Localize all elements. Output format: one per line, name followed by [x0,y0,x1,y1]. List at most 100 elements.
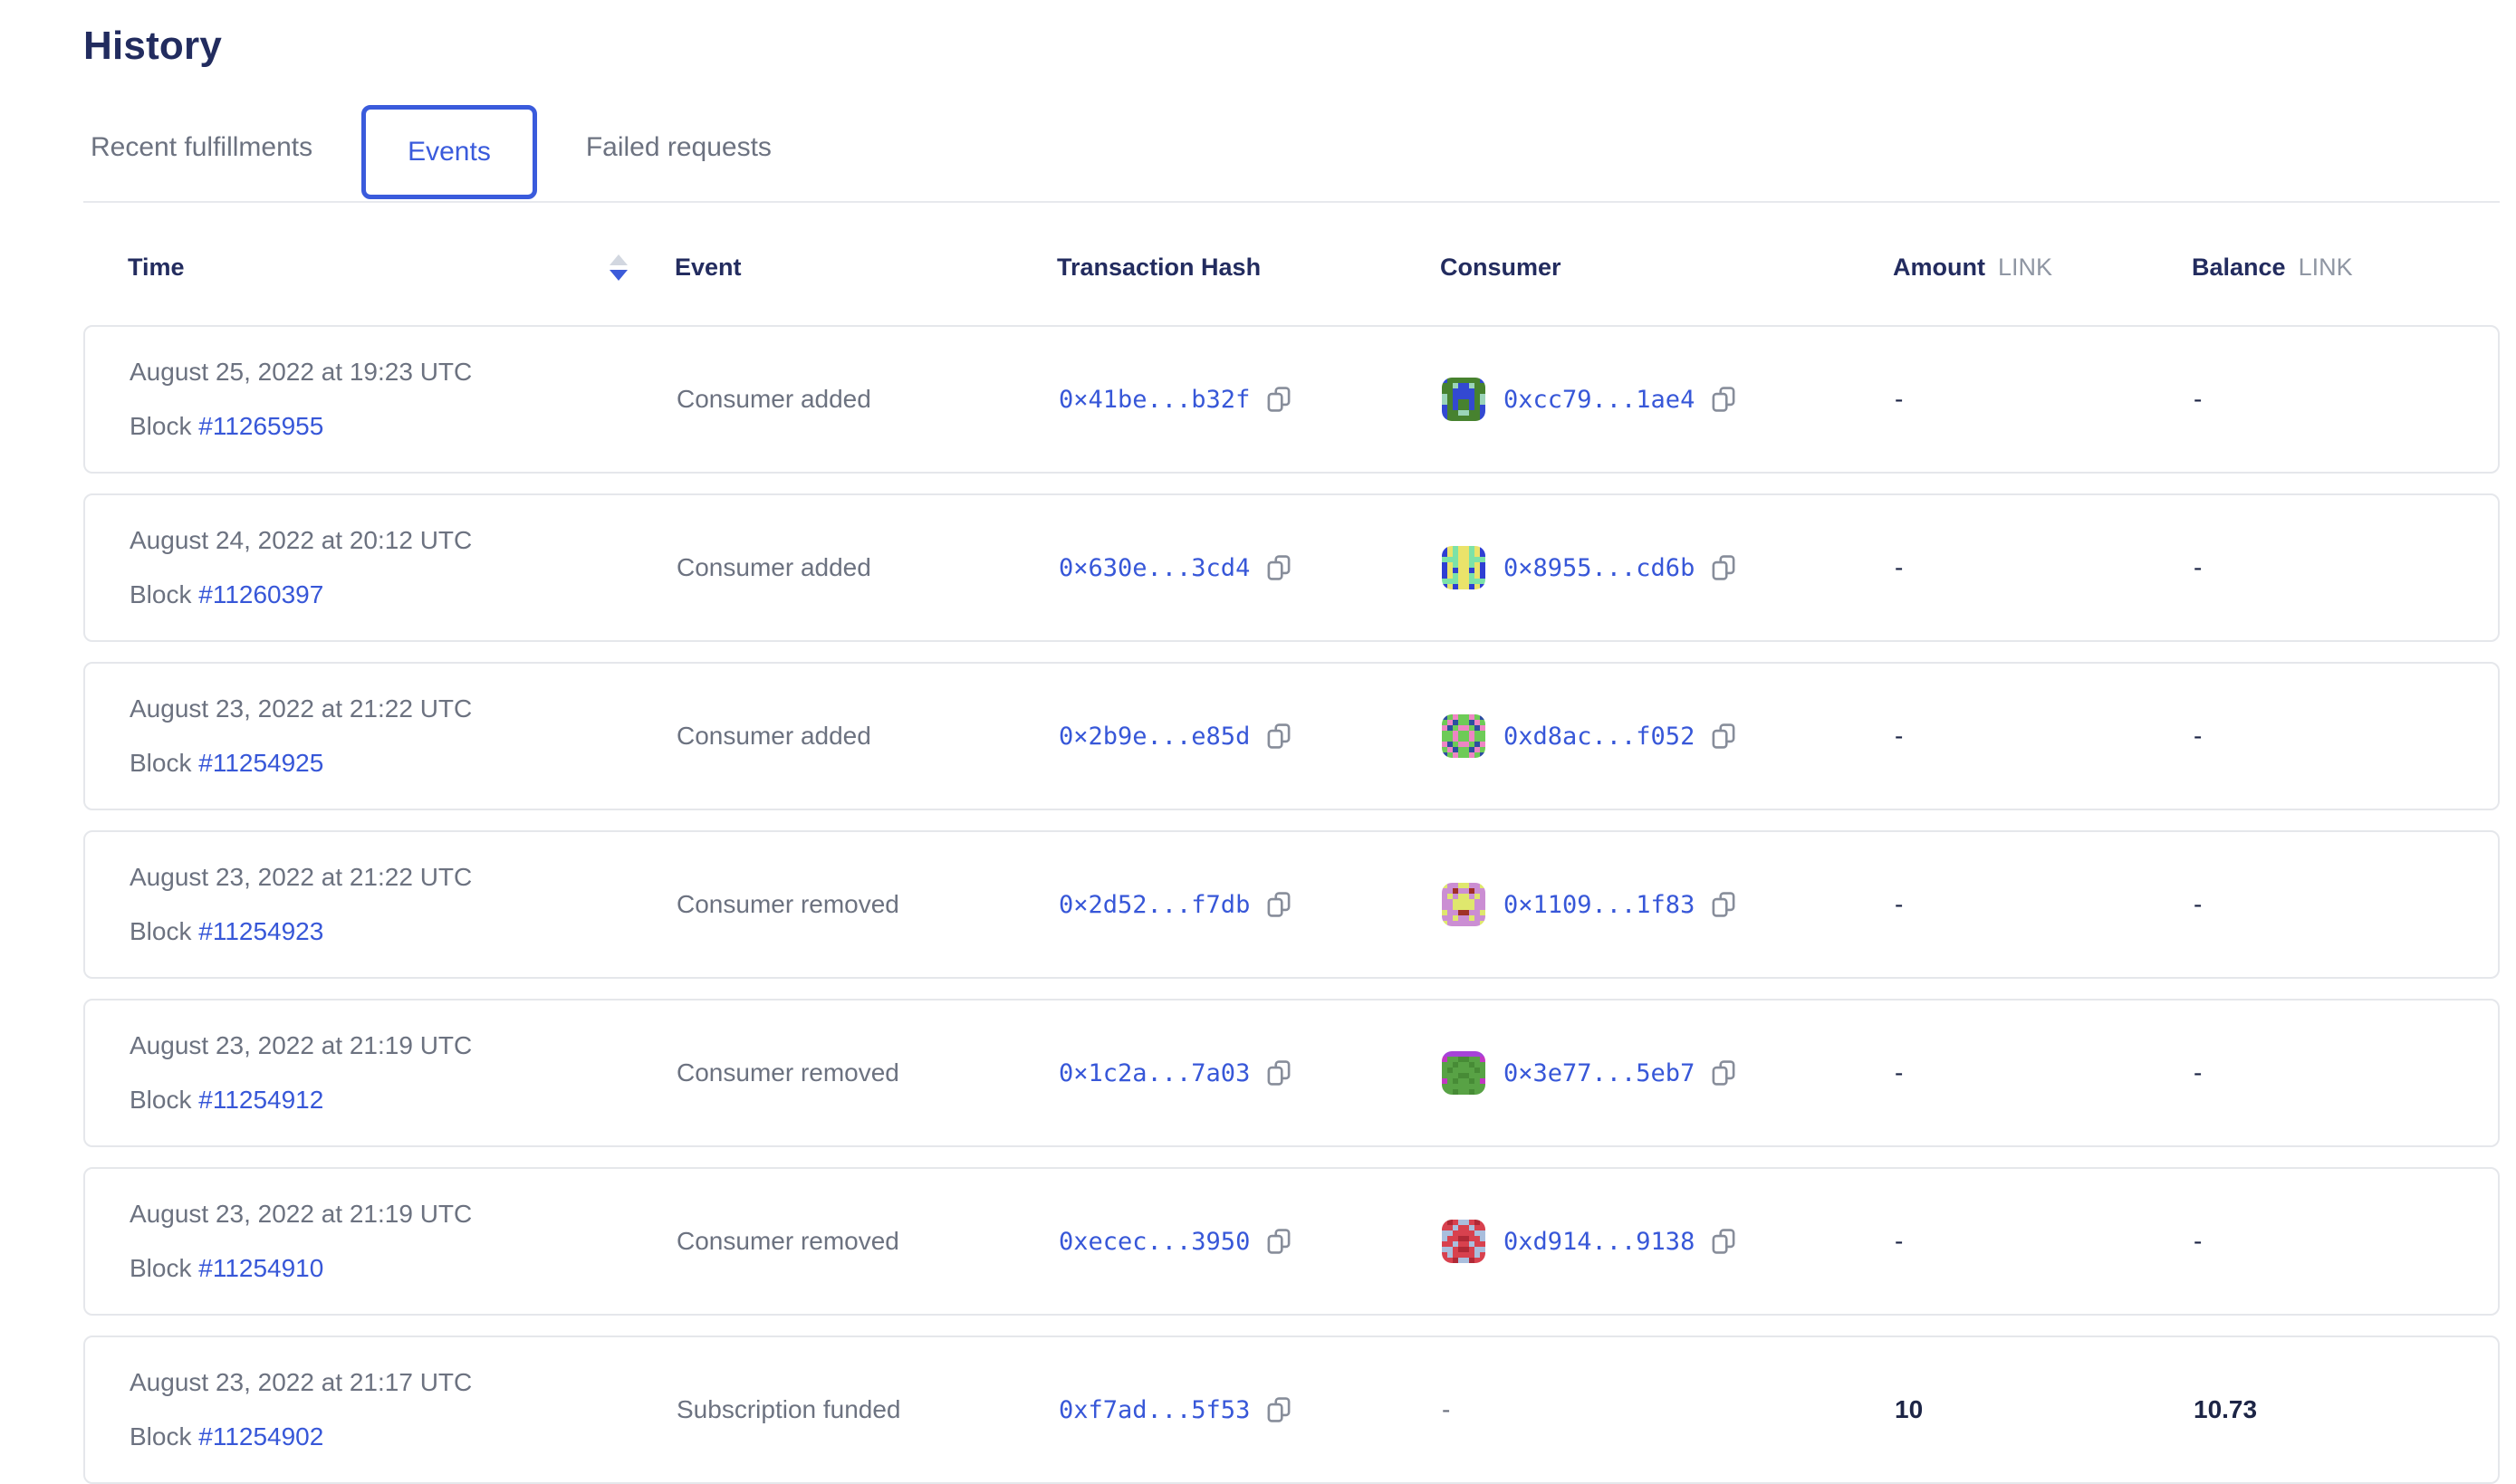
balance-value: - [2194,385,2454,414]
copy-icon[interactable] [1264,552,1293,583]
copy-icon[interactable] [1709,384,1738,415]
consumer-address-link[interactable]: 0×8955...cd6b [1503,554,1695,582]
event-type: Consumer added [677,553,1059,582]
column-header-balance: Balance LINK [2192,254,2455,282]
table-row: August 23, 2022 at 21:17 UTC Block #1125… [83,1336,2500,1484]
amount-value: 10 [1895,1395,2194,1424]
tab-failed-requests[interactable]: Failed requests [579,94,779,201]
column-header-event: Event [675,254,1057,282]
copy-icon[interactable] [1264,721,1293,752]
consumer-identicon [1442,714,1485,758]
copy-icon[interactable] [1709,1058,1738,1088]
transaction-hash-cell: 0×2b9e...e85d [1059,721,1442,752]
consumer-identicon [1442,546,1485,589]
balance-value: - [2194,890,2454,919]
block-number-link[interactable]: #11254912 [198,1086,323,1114]
balance-value: 10.73 [2194,1395,2454,1424]
block-line: Block #11265955 [130,412,677,441]
transaction-hash-cell: 0xf7ad...5f53 [1059,1394,1442,1425]
block-number-link[interactable]: #11254925 [198,749,323,777]
consumer-cell: - [1442,1395,1895,1424]
block-line: Block #11254923 [130,917,677,946]
consumer-identicon [1442,378,1485,421]
table-header: Time Event Transaction Hash Consumer Amo… [83,254,2500,282]
event-type: Subscription funded [677,1395,1059,1424]
tab-events[interactable]: Events [361,105,537,199]
copy-icon[interactable] [1264,889,1293,920]
block-number-link[interactable]: #11254910 [198,1254,323,1282]
block-number-link[interactable]: #11265955 [198,412,323,440]
block-line: Block #11254912 [130,1086,677,1115]
event-type: Consumer removed [677,1227,1059,1256]
event-type: Consumer removed [677,1058,1059,1087]
consumer-address-link[interactable]: 0xd8ac...f052 [1503,723,1695,751]
column-header-consumer: Consumer [1440,254,1893,282]
sort-desc-icon[interactable] [610,254,628,281]
history-page: History Recent fulfillments Events Faile… [0,0,2516,1484]
block-number-link[interactable]: #11254923 [198,917,323,945]
event-timestamp: August 23, 2022 at 21:19 UTC [130,1031,677,1060]
time-cell: August 25, 2022 at 19:23 UTC Block #1126… [130,358,677,441]
copy-icon[interactable] [1264,384,1293,415]
event-timestamp: August 23, 2022 at 21:17 UTC [130,1368,677,1397]
consumer-address-link[interactable]: 0×1109...1f83 [1503,891,1695,919]
tab-bar: Recent fulfillments Events Failed reques… [83,94,2500,203]
amount-value: - [1895,553,2194,582]
transaction-hash-cell: 0×2d52...f7db [1059,889,1442,920]
consumer-address-link[interactable]: 0xd914...9138 [1503,1228,1695,1256]
amount-value: - [1895,1227,2194,1256]
amount-value: - [1895,722,2194,751]
consumer-address-link: - [1442,1395,1450,1424]
transaction-hash-cell: 0×1c2a...7a03 [1059,1058,1442,1088]
column-header-amount: Amount LINK [1893,254,2192,282]
transaction-hash-link[interactable]: 0×1c2a...7a03 [1059,1059,1250,1087]
block-number-link[interactable]: #11254902 [198,1422,323,1450]
consumer-cell: 0×3e77...5eb7 [1442,1051,1895,1095]
copy-icon[interactable] [1709,889,1738,920]
consumer-identicon [1442,883,1485,926]
transaction-hash-link[interactable]: 0xecec...3950 [1059,1228,1250,1256]
block-label: Block [130,1086,191,1114]
time-cell: August 23, 2022 at 21:22 UTC Block #1125… [130,694,677,778]
time-cell: August 23, 2022 at 21:17 UTC Block #1125… [130,1368,677,1451]
copy-icon[interactable] [1709,1226,1738,1257]
time-cell: August 23, 2022 at 21:19 UTC Block #1125… [130,1031,677,1115]
copy-icon[interactable] [1264,1058,1293,1088]
transaction-hash-link[interactable]: 0×630e...3cd4 [1059,554,1250,582]
consumer-cell: 0×8955...cd6b [1442,546,1895,589]
transaction-hash-link[interactable]: 0×2b9e...e85d [1059,723,1250,751]
amount-value: - [1895,1058,2194,1087]
balance-value: - [2194,1227,2454,1256]
copy-icon[interactable] [1709,552,1738,583]
transaction-hash-link[interactable]: 0×2d52...f7db [1059,891,1250,919]
block-label: Block [130,1254,191,1282]
consumer-address-link[interactable]: 0×3e77...5eb7 [1503,1059,1695,1087]
block-line: Block #11254925 [130,749,677,778]
transaction-hash-link[interactable]: 0xf7ad...5f53 [1059,1396,1250,1424]
event-timestamp: August 23, 2022 at 21:19 UTC [130,1200,677,1229]
transaction-hash-cell: 0×41be...b32f [1059,384,1442,415]
event-type: Consumer added [677,722,1059,751]
event-timestamp: August 23, 2022 at 21:22 UTC [130,863,677,892]
event-type: Consumer removed [677,890,1059,919]
copy-icon[interactable] [1709,721,1738,752]
copy-icon[interactable] [1264,1394,1293,1425]
block-label: Block [130,1422,191,1450]
amount-unit-label: LINK [1998,254,2052,282]
balance-value: - [2194,553,2454,582]
transaction-hash-link[interactable]: 0×41be...b32f [1059,386,1250,414]
table-row: August 24, 2022 at 20:12 UTC Block #1126… [83,493,2500,642]
consumer-cell: 0xcc79...1ae4 [1442,378,1895,421]
balance-value: - [2194,722,2454,751]
page-title: History [83,24,2500,69]
block-number-link[interactable]: #11260397 [198,580,323,608]
consumer-address-link[interactable]: 0xcc79...1ae4 [1503,386,1695,414]
consumer-cell: 0xd914...9138 [1442,1220,1895,1263]
event-timestamp: August 23, 2022 at 21:22 UTC [130,694,677,723]
copy-icon[interactable] [1264,1226,1293,1257]
tab-recent-fulfillments[interactable]: Recent fulfillments [83,94,320,201]
time-cell: August 23, 2022 at 21:19 UTC Block #1125… [130,1200,677,1283]
consumer-cell: 0xd8ac...f052 [1442,714,1895,758]
table-body: August 25, 2022 at 19:23 UTC Block #1126… [83,325,2500,1484]
block-label: Block [130,412,191,440]
